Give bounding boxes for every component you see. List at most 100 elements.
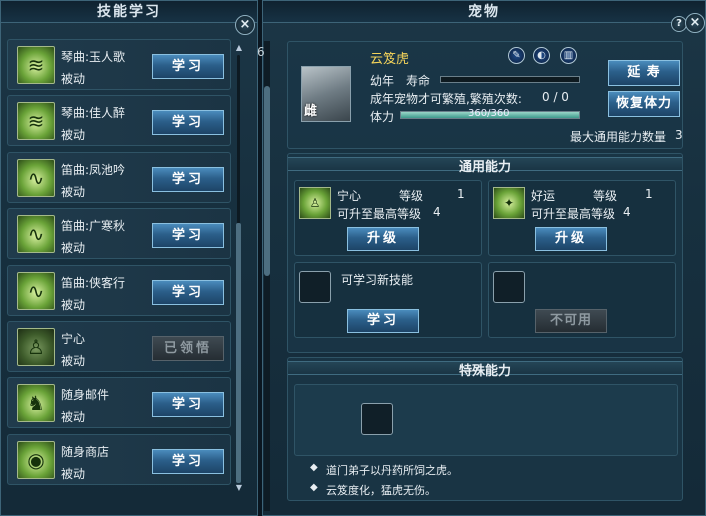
unavailable-button: 不可用 <box>535 309 607 333</box>
skill-name: 琴曲:佳人醉 <box>61 106 126 121</box>
unavailable-slot: 不可用 <box>488 262 676 338</box>
ability-level-label: 等级 <box>399 189 424 203</box>
skill-type: 被动 <box>61 353 86 368</box>
empty-slot <box>493 271 525 303</box>
stamina-value: 360/360 <box>468 108 510 119</box>
pet-name: 云笈虎 <box>370 52 410 67</box>
skill-row: ∿ 笛曲:广寒秋 被动 学习 <box>7 206 231 262</box>
scroll-thumb[interactable] <box>236 223 241 483</box>
life-bar <box>440 76 580 83</box>
special-note: 云笈度化，猛虎无伤。 <box>326 484 436 497</box>
pet-stage: 幼年 <box>370 74 395 88</box>
luck-icon: ✦ <box>493 187 525 219</box>
learn-slot: 可学习新技能 学习 <box>294 262 482 338</box>
stamina-label: 体力 <box>370 110 395 124</box>
skill-type: 被动 <box>61 410 86 425</box>
skill-type: 被动 <box>61 466 86 481</box>
scroll-up-icon[interactable]: ▲ <box>235 43 243 52</box>
ability-max-text: 可升至最高等级 <box>531 207 616 221</box>
shop-icon: ◉ <box>17 440 55 479</box>
learn-button[interactable]: 学习 <box>152 223 224 249</box>
meditation-icon: ♙ <box>17 327 55 366</box>
skill-type: 被动 <box>61 128 86 143</box>
skill-type: 被动 <box>61 297 86 312</box>
special-note: 道门弟子以丹药所饲之虎。 <box>326 464 458 477</box>
special-abilities: 特殊能力 ◆ 道门弟子以丹药所饲之虎。 ◆ 云笈度化，猛虎无伤。 <box>287 357 683 501</box>
close-icon[interactable]: × <box>685 13 705 33</box>
skill-row: ◉ 随身商店 被动 学习 <box>7 432 231 488</box>
skill-row: ∿ 笛曲:侠客行 被动 学习 <box>7 263 231 319</box>
flute-icon: ∿ <box>17 215 55 254</box>
special-slot-area <box>294 384 678 456</box>
ability-max-text: 可升至最高等级 <box>337 207 422 221</box>
learned-button: 已领悟 <box>152 335 224 361</box>
skill-type: 被动 <box>61 72 86 86</box>
diamond-icon: ◆ <box>310 482 318 493</box>
skill-name: 笛曲:凤池吟 <box>61 162 126 177</box>
skill-name: 琴曲:玉人歌 <box>61 50 126 64</box>
skill-row: ♙ 宁心 被动 已领悟 <box>7 319 231 375</box>
pet-avatar[interactable]: 雌 <box>301 66 351 122</box>
flute-icon: ∿ <box>17 158 55 197</box>
special-abilities-title: 特殊能力 <box>458 364 511 379</box>
skill-list-scrollbar[interactable]: ▲ ▼ <box>235 43 243 493</box>
upgrade-button[interactable]: 升级 <box>347 227 419 251</box>
empty-slot[interactable] <box>361 403 393 435</box>
close-icon[interactable]: × <box>235 15 255 35</box>
learn-button[interactable]: 学习 <box>152 279 224 305</box>
breed-count: 0 / 0 <box>542 90 569 104</box>
pet-info: 雌 云笈虎 ✎ ◐ ▥ 幼年 寿命 成年宠物才可繁殖,繁殖次数: 0 / 0 体… <box>287 41 683 149</box>
learn-new-skill-button[interactable]: 学习 <box>347 309 419 333</box>
ability-level-label: 等级 <box>593 189 618 203</box>
flute-icon: ∿ <box>17 271 55 310</box>
skill-name: 笛曲:广寒秋 <box>61 219 126 234</box>
learn-slot-text: 可学习新技能 <box>341 273 414 287</box>
learn-button[interactable]: 学习 <box>152 448 224 474</box>
skill-row: ≋ 琴曲:玉人歌 被动 学习 <box>7 37 231 93</box>
restore-stamina-button[interactable]: 恢复体力 <box>608 91 680 117</box>
skill-name: 随身商店 <box>61 444 110 459</box>
ability-name: 好运 <box>531 189 556 203</box>
scroll-thumb[interactable] <box>264 86 270 276</box>
trash-icon[interactable]: ▥ <box>560 47 577 64</box>
learn-button[interactable]: 学习 <box>152 392 224 418</box>
ability-card: ✦ 好运 等级 1 可升至最高等级 4 升级 <box>488 180 676 256</box>
edit-icon[interactable]: ✎ <box>508 47 525 64</box>
general-abilities-title: 通用能力 <box>458 160 511 175</box>
skill-type: 被动 <box>61 241 86 256</box>
learn-button[interactable]: 学习 <box>152 54 224 79</box>
ability-card: ♙ 宁心 等级 1 可升至最高等级 4 升级 <box>294 180 482 256</box>
upgrade-button[interactable]: 升级 <box>535 227 607 251</box>
skill-name: 宁心 <box>61 331 86 346</box>
scroll-down-icon[interactable]: ▼ <box>235 483 243 492</box>
skill-name: 笛曲:侠客行 <box>61 275 126 290</box>
max-ability-value: 3 <box>675 128 683 142</box>
max-ability-text: 最大通用能力数量 <box>570 130 667 144</box>
breed-text: 成年宠物才可繁殖,繁殖次数: <box>370 92 522 106</box>
learn-button[interactable]: 学习 <box>152 166 224 192</box>
skill-row: ≋ 琴曲:佳人醉 被动 学习 <box>7 93 231 149</box>
zither-icon: ≋ <box>17 102 55 141</box>
ability-max-level: 4 <box>433 205 441 219</box>
carriage-icon: ♞ <box>17 384 55 423</box>
ability-name: 宁心 <box>337 189 362 203</box>
extend-life-button[interactable]: 延 寿 <box>608 60 680 86</box>
diamond-icon: ◆ <box>310 462 318 473</box>
pet-content: 雌 云笈虎 ✎ ◐ ▥ 幼年 寿命 成年宠物才可繁殖,繁殖次数: 0 / 0 体… <box>287 41 683 507</box>
meditation-icon: ♙ <box>299 187 331 219</box>
skill-row: ♞ 随身邮件 被动 学习 <box>7 375 231 431</box>
pet-gender: 雌 <box>304 104 318 119</box>
empty-slot[interactable] <box>299 271 331 303</box>
learn-button[interactable]: 学习 <box>152 110 224 136</box>
skill-name: 随身邮件 <box>61 388 110 403</box>
skill-list: ≋ 琴曲:玉人歌 被动 学习 ≋ 琴曲:佳人醉 被动 学习 ∿ 笛曲:凤池吟 被… <box>7 37 231 507</box>
life-label: 寿命 <box>406 74 431 88</box>
ability-level: 1 <box>457 187 465 201</box>
pet-title: 宠物 <box>263 1 705 23</box>
general-abilities: 通用能力 ♙ 宁心 等级 1 可升至最高等级 4 升级 ✦ 好运 等级 1 可升… <box>287 153 683 353</box>
feed-icon[interactable]: ◐ <box>533 47 550 64</box>
skill-type: 被动 <box>61 184 86 199</box>
ability-max-level: 4 <box>623 205 631 219</box>
skill-learn-panel: 技能学习 × ≋ 琴曲:玉人歌 被动 学习 ≋ 琴曲:佳人醉 被动 学习 ∿ 笛… <box>0 0 258 516</box>
pet-scrollbar[interactable] <box>263 41 275 511</box>
